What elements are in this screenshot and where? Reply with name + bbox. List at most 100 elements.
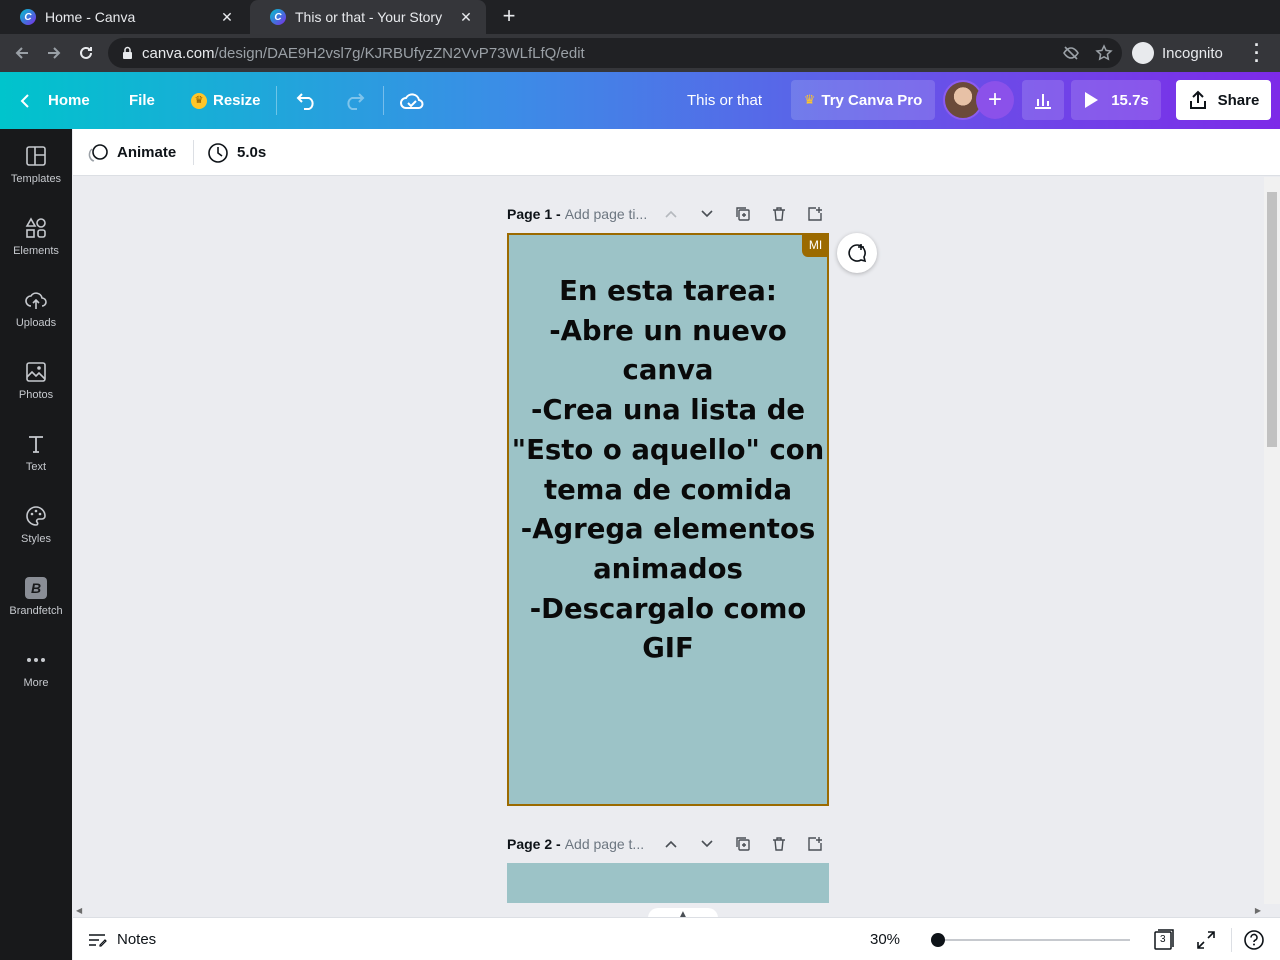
vertical-scrollbar[interactable]: [1264, 177, 1280, 904]
templates-icon: [26, 146, 46, 166]
share-button[interactable]: Share: [1176, 80, 1271, 120]
delete-page-icon[interactable]: [767, 832, 791, 856]
header-divider: [276, 86, 277, 115]
page-title-input[interactable]: Add page t...: [565, 836, 655, 852]
try-pro-label: Try Canva Pro: [821, 91, 923, 109]
sidebar-item-label: Uploads: [15, 317, 57, 329]
back-icon[interactable]: [8, 39, 36, 67]
page-2-label: Page 2 - Add page t...: [507, 832, 655, 856]
incognito-indicator[interactable]: Incognito: [1132, 39, 1223, 67]
add-page-icon[interactable]: [803, 832, 827, 856]
sidebar-item-templates[interactable]: Templates: [0, 129, 72, 201]
page-title-input[interactable]: Add page ti...: [565, 206, 655, 222]
add-collaborator-button[interactable]: +: [976, 81, 1014, 119]
design-title[interactable]: This or that: [687, 72, 762, 129]
incognito-label: Incognito: [1162, 44, 1223, 62]
save-status-button[interactable]: [400, 72, 424, 129]
zoom-slider-handle[interactable]: [931, 933, 945, 947]
browser-toolbar: canva.com/design/DAE9H2vsl7g/KJRBUfyzZN2…: [0, 34, 1280, 72]
browser-tab-home[interactable]: C Home - Canva ✕: [0, 0, 247, 34]
sidebar-item-label: Brandfetch: [9, 605, 63, 617]
resize-button[interactable]: ♛ Resize: [191, 72, 261, 129]
browser-tab-design[interactable]: C This or that - Your Story ✕: [250, 0, 486, 34]
sidebar-item-label: More: [23, 677, 49, 689]
help-button[interactable]: [1242, 928, 1266, 952]
sidebar-item-styles[interactable]: Styles: [0, 489, 72, 561]
scroll-left-icon[interactable]: ◀: [76, 906, 82, 915]
redo-button[interactable]: [343, 72, 365, 129]
reload-icon[interactable]: [72, 39, 100, 67]
zoom-level[interactable]: 30%: [870, 918, 900, 960]
home-button[interactable]: Home: [20, 72, 90, 129]
resize-label: Resize: [213, 92, 261, 109]
move-page-up-icon[interactable]: [659, 202, 683, 226]
chevron-left-icon: [20, 93, 29, 108]
styles-icon: [26, 506, 46, 526]
move-page-down-icon[interactable]: [695, 832, 719, 856]
url-text: canva.com/design/DAE9H2vsl7g/KJRBUfyzZN2…: [142, 45, 585, 62]
notes-button[interactable]: Notes: [87, 918, 156, 960]
address-bar[interactable]: canva.com/design/DAE9H2vsl7g/KJRBUfyzZN2…: [108, 38, 1122, 68]
tracking-blocked-icon[interactable]: [1062, 44, 1080, 62]
animate-button[interactable]: Animate: [87, 129, 176, 176]
fullscreen-button[interactable]: [1194, 928, 1218, 952]
canva-favicon-icon: C: [270, 9, 286, 25]
crown-icon: ♛: [191, 92, 207, 109]
zoom-slider[interactable]: [938, 939, 1130, 941]
move-page-up-icon[interactable]: [659, 832, 683, 856]
duplicate-page-icon[interactable]: [731, 202, 755, 226]
page-1-text-box[interactable]: En esta tarea: -Abre un nuevo canva -Cre…: [509, 272, 827, 669]
try-canva-pro-button[interactable]: ♛ Try Canva Pro: [791, 80, 935, 120]
scrollbar-thumb[interactable]: [1267, 192, 1277, 447]
browser-menu-icon[interactable]: · · ·: [1250, 36, 1264, 70]
canva-favicon-icon: C: [20, 9, 36, 25]
collaborator-badge: MI: [802, 233, 829, 257]
sidebar-item-uploads[interactable]: Uploads: [0, 273, 72, 345]
add-page-icon[interactable]: [803, 202, 827, 226]
close-tab-icon[interactable]: ✕: [458, 9, 474, 26]
brandfetch-icon: B: [25, 577, 47, 599]
sidebar-item-elements[interactable]: Elements: [0, 201, 72, 273]
file-menu-button[interactable]: File: [129, 72, 155, 129]
redo-icon: [347, 92, 365, 110]
move-page-down-icon[interactable]: [695, 202, 719, 226]
insights-button[interactable]: [1022, 80, 1064, 120]
toolbar-divider: [193, 140, 194, 165]
browser-tab-strip: C Home - Canva ✕ C This or that - Your S…: [0, 0, 1280, 34]
design-page-2[interactable]: [507, 863, 829, 903]
close-tab-icon[interactable]: ✕: [219, 9, 235, 26]
delete-page-icon[interactable]: [767, 202, 791, 226]
new-tab-button[interactable]: +: [497, 5, 521, 29]
undo-button[interactable]: [296, 72, 318, 129]
sidebar-item-brandfetch[interactable]: B Brandfetch: [0, 561, 72, 633]
sidebar-item-label: Templates: [10, 173, 62, 185]
sidebar-item-label: Elements: [13, 245, 59, 257]
text-line: -Descargalo como: [529, 592, 807, 625]
footer-divider: [1231, 928, 1232, 952]
page-number: Page 2 -: [507, 836, 561, 852]
sidebar-item-photos[interactable]: Photos: [0, 345, 72, 417]
context-toolbar: Animate 5.0s: [73, 129, 1280, 176]
bookmark-star-icon[interactable]: [1095, 44, 1113, 62]
present-button[interactable]: 15.7s: [1071, 80, 1161, 120]
text-line: "Esto o aquello" con: [511, 433, 825, 466]
editor-footer: Notes 30% 3: [73, 917, 1280, 960]
duplicate-page-icon[interactable]: [731, 832, 755, 856]
add-comment-button[interactable]: [837, 233, 877, 273]
text-line: En esta tarea:: [559, 275, 777, 307]
cloud-saved-icon: [400, 92, 424, 109]
page-grid-button[interactable]: 3: [1152, 928, 1176, 952]
page-1-label: Page 1 - Add page ti...: [507, 202, 655, 226]
text-line: -Crea una lista de: [530, 394, 806, 427]
scroll-right-icon[interactable]: ▶: [1255, 906, 1261, 915]
help-icon: [1244, 930, 1264, 950]
photos-icon: [26, 362, 46, 382]
home-label: Home: [48, 92, 90, 109]
sidebar-item-more[interactable]: More: [0, 633, 72, 705]
timing-button[interactable]: 5.0s: [207, 129, 266, 176]
tab-title: This or that - Your Story: [295, 9, 443, 25]
forward-icon[interactable]: [40, 39, 68, 67]
sidebar-item-text[interactable]: Text: [0, 417, 72, 489]
sidebar-item-label: Styles: [21, 533, 51, 545]
page-count: 3: [1160, 934, 1166, 945]
